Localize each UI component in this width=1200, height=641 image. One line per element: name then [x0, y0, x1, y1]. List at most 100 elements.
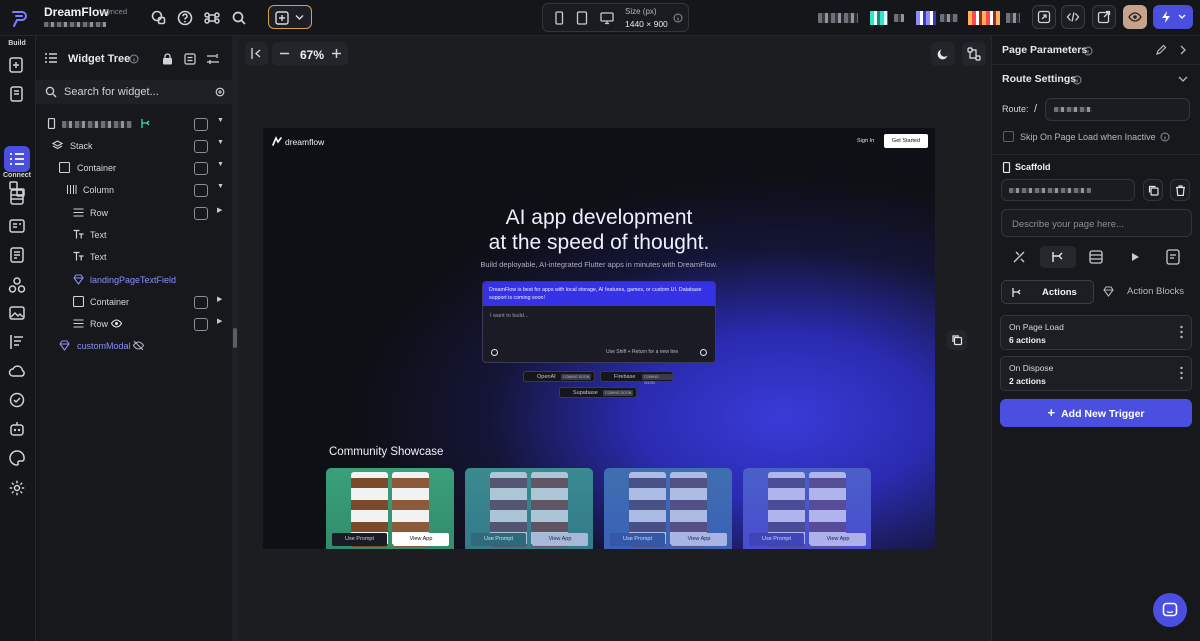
prompt-placeholder[interactable]: I want to build... [490, 313, 529, 319]
view-app-button[interactable]: View App [810, 533, 866, 546]
chevron-down-icon[interactable] [1178, 75, 1188, 83]
search-icon[interactable] [230, 9, 248, 27]
widget-name-input[interactable] [1001, 179, 1135, 201]
tree-node-text[interactable]: Text [73, 247, 183, 267]
add-new-trigger-button[interactable]: + Add New Trigger [1000, 399, 1192, 427]
schema-icon[interactable] [8, 246, 26, 264]
share-button[interactable] [1032, 5, 1056, 29]
more-vertical-icon[interactable] [1180, 366, 1183, 380]
size-value[interactable]: 1440 × 900 [625, 19, 668, 29]
add-widget-button[interactable] [194, 207, 208, 220]
lock-icon[interactable] [162, 53, 173, 65]
tablet-icon[interactable] [575, 11, 589, 25]
edit-icon[interactable] [1155, 44, 1167, 56]
attach-icon[interactable] [491, 349, 498, 356]
preview-button[interactable] [1123, 5, 1147, 29]
get-started-button[interactable]: Get Started [884, 134, 928, 148]
collapse-all-icon[interactable] [184, 53, 196, 65]
chevron-right-icon[interactable]: ▶ [217, 206, 222, 214]
zoom-in-icon[interactable] [331, 48, 342, 59]
integrations-icon[interactable] [8, 276, 26, 294]
open-external-button[interactable] [1092, 5, 1116, 29]
desktop-icon[interactable] [600, 11, 614, 25]
run-button[interactable] [1153, 5, 1193, 29]
agent-icon[interactable] [8, 420, 26, 438]
dreamflow-logo-icon[interactable] [8, 8, 30, 30]
add-widget-button[interactable] [194, 118, 208, 131]
add-widget-button[interactable] [194, 140, 208, 153]
chevron-right-icon[interactable]: ▶ [217, 295, 222, 303]
actions-tab-active[interactable] [1040, 246, 1076, 268]
app-preview[interactable]: dreamflow Sign In Get Started AI app dev… [263, 128, 935, 549]
view-app-button[interactable]: View App [671, 533, 727, 546]
page-description-input[interactable]: Describe your page here... [1001, 209, 1192, 237]
trigger-on-page-load[interactable]: On Page Load 6 actions [1000, 315, 1192, 350]
phone-icon[interactable] [552, 11, 566, 25]
copy-canvas-button[interactable] [947, 330, 967, 350]
route-path-input[interactable] [1045, 98, 1190, 121]
filter-icon[interactable] [206, 53, 220, 65]
tree-node-column[interactable]: Column [66, 180, 186, 200]
backend-query-icon[interactable] [1081, 246, 1111, 268]
chevron-right-icon[interactable] [1179, 45, 1187, 55]
widget-picker-button[interactable] [268, 5, 312, 29]
sort-icon[interactable] [8, 333, 26, 351]
flow-toggle-button[interactable] [962, 42, 986, 66]
widget-search-input[interactable]: Search for widget... [64, 86, 159, 98]
add-widget-button[interactable] [194, 318, 208, 331]
chevron-down-icon[interactable]: ▼ [217, 161, 224, 168]
prompt-input-card[interactable]: DreamFlow is best for apps with local st… [482, 281, 716, 363]
more-vertical-icon[interactable] [1180, 325, 1183, 339]
zoom-level[interactable]: 67% [300, 48, 324, 62]
tree-node-container[interactable]: Container [59, 158, 189, 178]
add-widget-icon[interactable] [8, 56, 26, 74]
view-app-button[interactable]: View App [393, 533, 449, 546]
play-icon[interactable] [1120, 246, 1150, 268]
send-icon[interactable] [700, 349, 707, 356]
chevron-down-icon[interactable]: ▼ [217, 139, 224, 146]
api-icon[interactable] [8, 217, 26, 235]
sign-in-link[interactable]: Sign In [857, 138, 874, 144]
tree-node-custom-modal[interactable]: customModal [59, 336, 189, 356]
checks-icon[interactable] [8, 391, 26, 409]
tab-actions[interactable]: Actions [1001, 280, 1094, 304]
use-prompt-button[interactable]: Use Prompt [332, 533, 387, 546]
code-view-button[interactable] [1061, 5, 1085, 29]
tree-node-row[interactable]: Row [73, 203, 183, 223]
tree-node-container[interactable]: Container [73, 292, 183, 312]
help-icon[interactable] [176, 9, 194, 27]
chevron-down-icon[interactable]: ▼ [217, 117, 224, 124]
chevron-down-icon[interactable]: ▼ [217, 183, 224, 190]
support-chat-button[interactable] [1153, 593, 1187, 627]
media-icon[interactable] [8, 304, 26, 322]
tree-node-row[interactable]: Row [73, 314, 183, 334]
cloud-icon[interactable] [8, 362, 26, 380]
add-widget-button[interactable] [194, 184, 208, 197]
tree-node-landing-text-field[interactable]: landingPageTextField [73, 270, 193, 290]
collaborator-avatars[interactable] [818, 11, 1023, 25]
add-widget-button[interactable] [194, 162, 208, 175]
settings-gear-icon[interactable] [8, 479, 26, 497]
copy-widget-button[interactable] [1143, 179, 1163, 201]
widget-tree-icon[interactable] [8, 150, 26, 168]
tree-node-text[interactable]: Text [73, 225, 183, 245]
use-prompt-button[interactable]: Use Prompt [471, 533, 526, 546]
skip-checkbox[interactable] [1003, 131, 1014, 142]
zoom-out-icon[interactable] [279, 48, 290, 59]
widget-search-bar[interactable]: Search for widget... [36, 80, 232, 104]
use-prompt-button[interactable]: Use Prompt [610, 533, 665, 546]
chevron-right-icon[interactable]: ▶ [217, 317, 222, 325]
collapse-panel-button[interactable] [245, 42, 268, 66]
eye-off-icon[interactable] [133, 340, 144, 351]
layers-icon[interactable] [150, 9, 168, 27]
trigger-on-dispose[interactable]: On Dispose 2 actions [1000, 356, 1192, 391]
view-app-button[interactable]: View App [532, 533, 588, 546]
ai-search-icon[interactable] [215, 87, 226, 98]
pages-icon[interactable] [8, 85, 26, 103]
add-widget-button[interactable] [194, 296, 208, 309]
document-icon[interactable] [1158, 246, 1188, 268]
tools-icon[interactable] [1004, 246, 1034, 268]
delete-widget-button[interactable] [1170, 179, 1190, 201]
use-prompt-button[interactable]: Use Prompt [749, 533, 804, 546]
dark-mode-toggle[interactable] [931, 42, 955, 66]
